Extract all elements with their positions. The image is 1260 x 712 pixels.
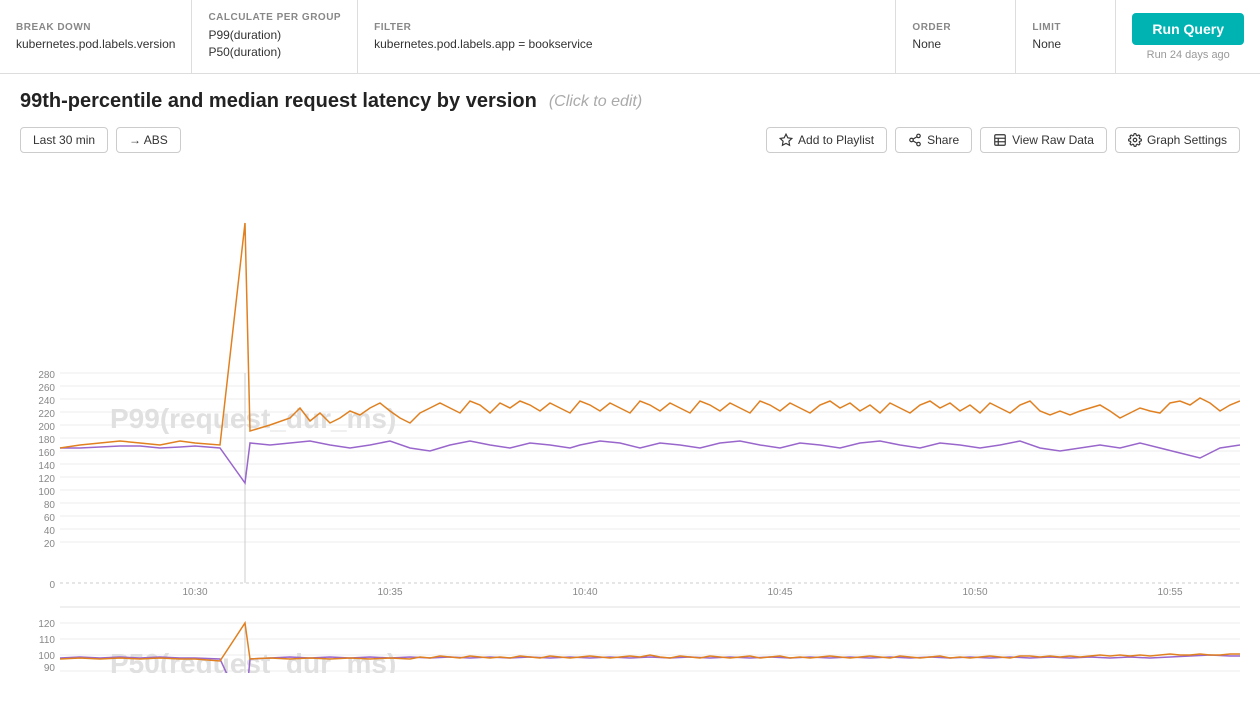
svg-text:20: 20	[44, 539, 56, 550]
svg-text:100: 100	[38, 651, 55, 662]
filter-section: FILTER kubernetes.pod.labels.app = books…	[358, 0, 896, 73]
svg-text:90: 90	[44, 663, 56, 673]
filter-label: FILTER	[374, 22, 879, 33]
share-icon	[908, 133, 922, 147]
click-to-edit[interactable]: (Click to edit)	[549, 93, 642, 111]
svg-text:180: 180	[38, 435, 55, 446]
table-icon	[993, 133, 1007, 147]
svg-text:10:55: 10:55	[1157, 587, 1182, 598]
svg-text:40: 40	[44, 526, 56, 537]
run-section: Run Query Run 24 days ago	[1116, 0, 1260, 73]
svg-text:160: 160	[38, 448, 55, 459]
calculate-value: P99(duration) P50(duration)	[208, 27, 341, 61]
svg-text:10:35: 10:35	[377, 587, 402, 598]
svg-text:260: 260	[38, 383, 55, 394]
svg-text:110: 110	[39, 635, 55, 646]
svg-text:10:50: 10:50	[962, 587, 987, 598]
svg-text:80: 80	[44, 500, 56, 511]
svg-text:0: 0	[49, 580, 55, 591]
calculate-label: CALCULATE PER GROUP	[208, 12, 341, 23]
graph-settings-button[interactable]: Graph Settings	[1115, 127, 1240, 153]
svg-text:240: 240	[38, 396, 55, 407]
time-range-button[interactable]: Last 30 min	[20, 127, 108, 153]
chart-container: 280 260 240 220 200 180 160 140 120 100 …	[0, 163, 1260, 676]
order-label: ORDER	[912, 22, 999, 33]
svg-text:100: 100	[38, 487, 55, 498]
breakdown-label: BREAK DOWN	[16, 22, 175, 33]
svg-text:200: 200	[38, 422, 55, 433]
order-section: ORDER None	[896, 0, 1016, 73]
svg-text:120: 120	[38, 619, 55, 630]
y-axis-label: 280	[38, 370, 55, 381]
breakdown-value: kubernetes.pod.labels.version	[16, 37, 175, 51]
add-to-playlist-button[interactable]: Add to Playlist	[766, 127, 887, 153]
run-query-button[interactable]: Run Query	[1132, 13, 1244, 45]
svg-text:120: 120	[38, 474, 55, 485]
abs-button[interactable]: → ABS	[116, 127, 181, 153]
view-raw-data-button[interactable]: View Raw Data	[980, 127, 1107, 153]
main-chart-svg: 280 260 240 220 200 180 160 140 120 100 …	[20, 163, 1240, 673]
limit-section: LIMIT None	[1016, 0, 1116, 73]
filter-value: kubernetes.pod.labels.app = bookservice	[374, 37, 879, 51]
svg-text:10:40: 10:40	[572, 587, 597, 598]
svg-text:10:30: 10:30	[182, 587, 207, 598]
watermark-bottom: P50(request_dur_ms)	[110, 648, 396, 673]
order-value: None	[912, 37, 999, 51]
share-button[interactable]: Share	[895, 127, 972, 153]
toolbar-right: Add to Playlist Share View Raw Data Grap…	[766, 127, 1240, 153]
chart-title: 99th-percentile and median request laten…	[20, 90, 537, 113]
svg-text:60: 60	[44, 513, 56, 524]
gear-icon	[1128, 133, 1142, 147]
breakdown-section: BREAK DOWN kubernetes.pod.labels.version	[0, 0, 192, 73]
title-area: 99th-percentile and median request laten…	[0, 74, 1260, 121]
svg-text:10:45: 10:45	[767, 587, 792, 598]
header-bar: BREAK DOWN kubernetes.pod.labels.version…	[0, 0, 1260, 74]
svg-text:220: 220	[38, 409, 55, 420]
limit-value: None	[1032, 37, 1099, 51]
run-ago-text: Run 24 days ago	[1147, 49, 1230, 61]
star-icon	[779, 133, 793, 147]
limit-label: LIMIT	[1032, 22, 1099, 33]
svg-text:140: 140	[38, 461, 55, 472]
chart-toolbar: Last 30 min → ABS Add to Playlist Share …	[0, 121, 1260, 163]
calculate-section: CALCULATE PER GROUP P99(duration) P50(du…	[192, 0, 358, 73]
